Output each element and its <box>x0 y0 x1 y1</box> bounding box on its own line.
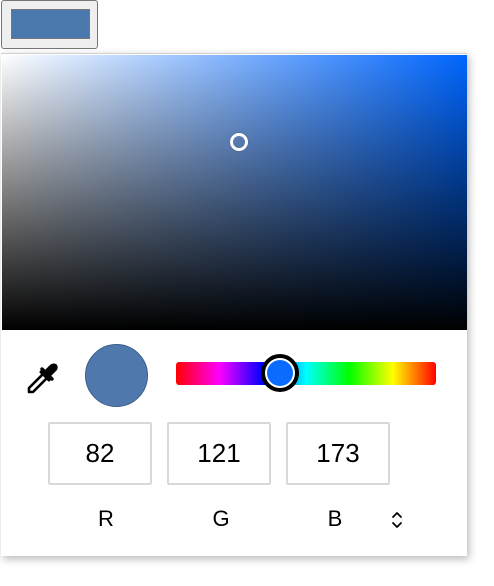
eyedropper-button[interactable] <box>25 360 61 396</box>
brightness-gradient <box>2 55 467 330</box>
red-channel-label: R <box>98 506 114 531</box>
saturation-value-handle[interactable] <box>230 133 248 151</box>
hue-slider-thumb[interactable] <box>261 354 299 392</box>
blue-channel-label: B <box>327 506 343 531</box>
green-channel-input[interactable]: 121 <box>167 422 271 485</box>
blue-channel-input[interactable]: 173 <box>286 422 390 485</box>
format-toggle-button[interactable] <box>385 508 409 532</box>
eyedropper-icon <box>27 363 58 394</box>
color-preview-circle <box>85 344 148 407</box>
red-channel-input[interactable]: 82 <box>48 422 152 485</box>
hue-slider-track[interactable] <box>176 362 436 385</box>
green-channel-label: G <box>212 506 230 531</box>
color-input-swatch <box>11 9 90 39</box>
up-down-chevron-icon <box>392 512 402 528</box>
hue-thumb-fill <box>267 360 293 386</box>
saturation-value-area[interactable] <box>2 55 467 330</box>
color-input-button[interactable] <box>1 0 98 49</box>
color-picker-popup: 82 121 173 R G B <box>1 53 467 556</box>
